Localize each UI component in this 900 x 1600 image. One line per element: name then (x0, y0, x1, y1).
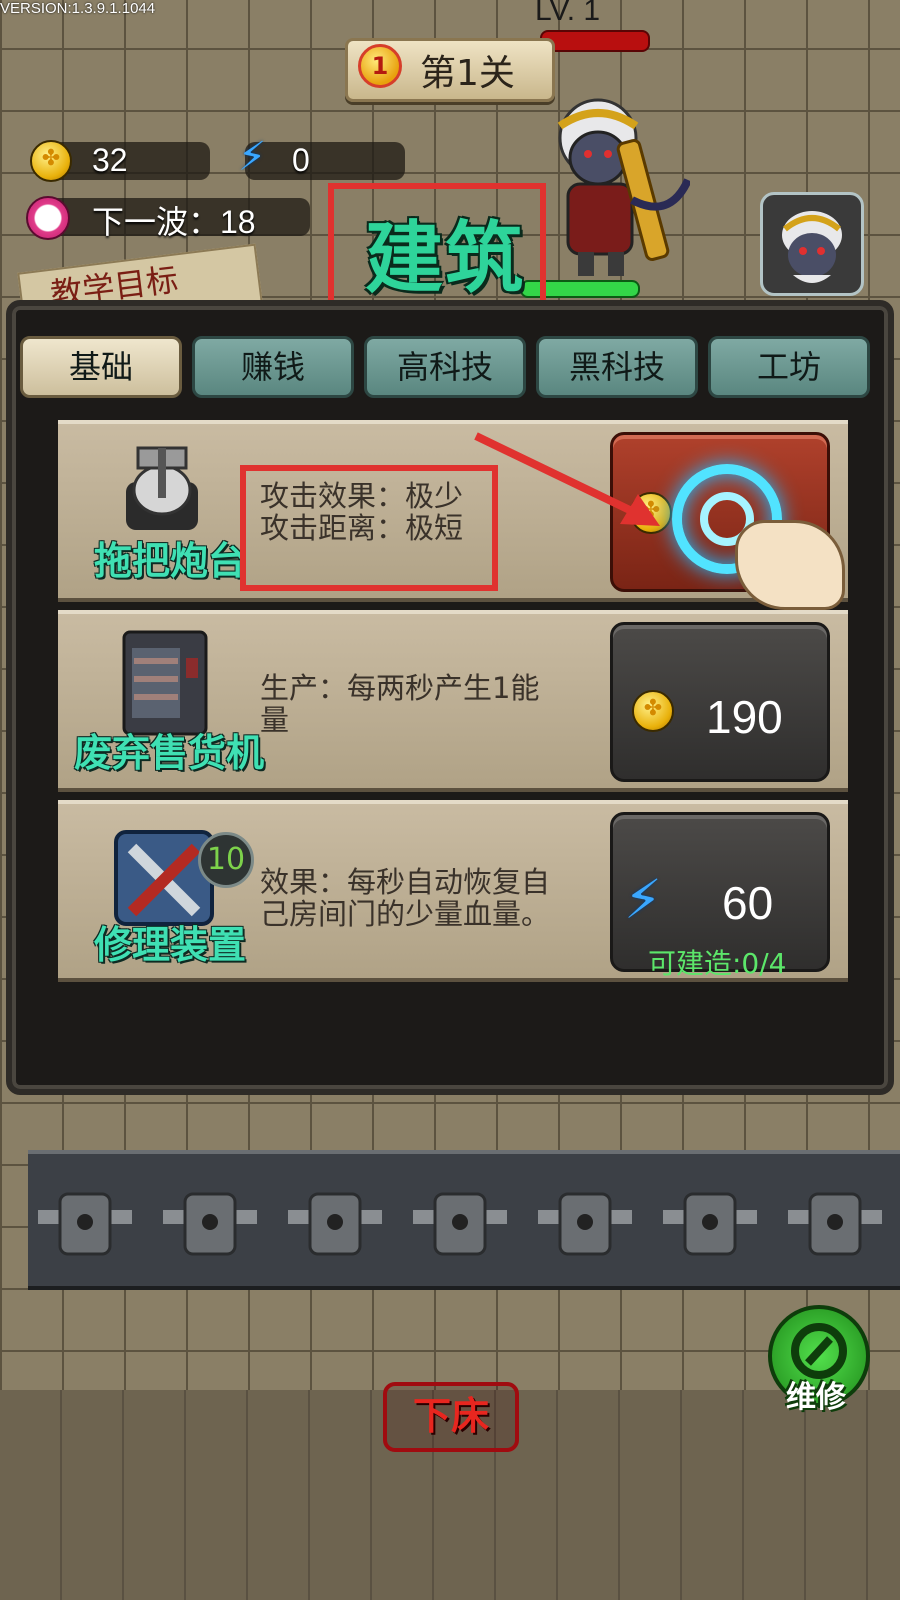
alarm-clock-icon (26, 196, 70, 240)
tab-earn[interactable]: 赚钱 (192, 336, 354, 398)
tab-high-tech[interactable]: 高科技 (364, 336, 526, 398)
coin-icon (632, 690, 674, 732)
tab-workshop[interactable]: 工坊 (708, 336, 870, 398)
tab-basic[interactable]: 基础 (20, 336, 182, 398)
item-desc-line2: 量 (260, 703, 290, 737)
highlight-box-title (328, 183, 546, 319)
item-name: 拖把炮台 (94, 539, 247, 583)
coin-count: 32 (92, 142, 128, 178)
build-limit-label: 可建造:0/4 (648, 947, 787, 980)
padlock-icon (663, 1192, 757, 1256)
item-desc-line1: 生产：每两秒产生1能 (260, 671, 540, 705)
padlock-icon (288, 1192, 382, 1256)
repair-label: 维修 (786, 1380, 846, 1415)
boss-level-label: LV. 1 (535, 0, 601, 27)
item-desc-line1: 效果：每秒自动恢复自 (260, 865, 551, 899)
hero-avatar-icon (782, 211, 842, 283)
coin-icon (30, 140, 72, 182)
item-desc-line2: 己房间门的少量血量。 (260, 897, 551, 931)
padlock-icon (413, 1192, 507, 1256)
tutorial-arrow-icon (474, 432, 660, 526)
padlock-icon (788, 1192, 882, 1256)
next-wave-label: 下一波：18 (92, 204, 256, 240)
lightning-icon: ⚡ (238, 134, 267, 180)
pointing-hand-icon (735, 520, 845, 610)
boss-health-bar (540, 30, 650, 52)
price-label: 190 (706, 691, 783, 743)
count-badge: 10 (198, 832, 254, 888)
item-name: 修理装置 (94, 923, 247, 967)
mop-turret-icon (126, 446, 198, 530)
highlight-box-desc (240, 465, 498, 591)
repair-tools-icon (114, 830, 214, 926)
energy-bar (245, 142, 405, 180)
level-medal-icon: 1 (358, 44, 402, 88)
level-name: 第1关 (420, 53, 515, 94)
price-label: 60 (722, 877, 774, 929)
lightning-icon: ⚡ (624, 868, 662, 931)
energy-count: 0 (292, 142, 310, 178)
padlock-icon (38, 1192, 132, 1256)
item-name: 废弃售货机 (74, 731, 265, 775)
tab-black-tech[interactable]: 黑科技 (536, 336, 698, 398)
version-label: VERSION:1.3.9.1.1044 (0, 0, 156, 17)
padlock-icon (538, 1192, 632, 1256)
leave-bed-button[interactable]: 下床 (383, 1382, 519, 1452)
padlock-icon (163, 1192, 257, 1256)
hero-avatar-button[interactable] (760, 192, 864, 296)
